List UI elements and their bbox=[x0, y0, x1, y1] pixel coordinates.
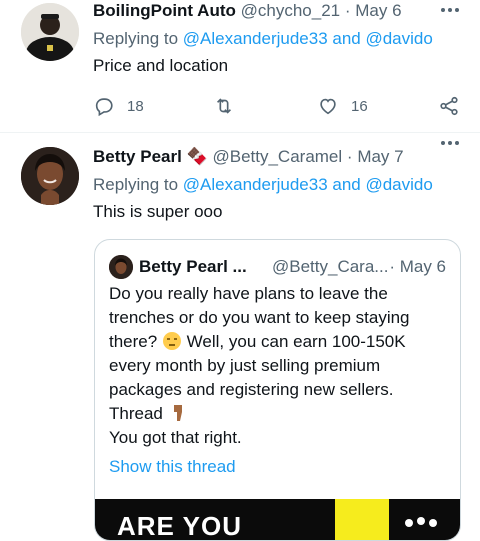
reply-button[interactable]: 18 bbox=[93, 94, 144, 118]
unamused-face-icon bbox=[162, 332, 181, 350]
reply-count: 18 bbox=[127, 97, 144, 115]
quoted-line-2: Thread bbox=[109, 404, 163, 423]
share-button[interactable] bbox=[438, 94, 460, 118]
media-text: ARE YOU bbox=[117, 511, 242, 540]
share-icon bbox=[440, 96, 458, 116]
replying-to-links[interactable]: @Alexanderjude33 and @davido bbox=[183, 29, 433, 48]
like-button[interactable]: 16 bbox=[317, 94, 368, 118]
retweet-icon bbox=[216, 98, 232, 114]
like-icon bbox=[320, 98, 336, 115]
tweet-date[interactable]: May 6 bbox=[355, 1, 401, 20]
author-name[interactable]: BoilingPoint Auto bbox=[93, 1, 236, 20]
quoted-tweet[interactable]: Betty Pearl ... @Betty_Cara... · May 6 D… bbox=[94, 239, 461, 541]
separator: · bbox=[346, 147, 353, 166]
quoted-author-handle: @Betty_Cara... bbox=[272, 257, 389, 276]
replying-prefix: Replying to bbox=[93, 29, 179, 48]
media-logo-icon bbox=[405, 517, 437, 527]
avatar[interactable] bbox=[21, 147, 79, 205]
more-icon[interactable] bbox=[441, 5, 459, 15]
quoted-media[interactable]: ARE YOU bbox=[95, 499, 460, 540]
tweet-header: BoilingPoint Auto @chycho_21 · May 6 bbox=[93, 1, 480, 25]
tweet-text: This is super ooo bbox=[93, 202, 223, 221]
name-emoji: 🍫 bbox=[186, 147, 208, 166]
separator: · bbox=[344, 1, 351, 20]
replying-to: Replying to @Alexanderjude33 and @davido bbox=[93, 175, 433, 195]
retweet-button[interactable] bbox=[213, 94, 235, 118]
pointing-down-icon bbox=[173, 405, 182, 421]
quoted-tweet-header: Betty Pearl ... @Betty_Cara... · May 6 bbox=[109, 254, 446, 279]
replying-to: Replying to @Alexanderjude33 and @davido bbox=[93, 29, 433, 49]
tweet-actions: 18 16 bbox=[93, 94, 460, 118]
avatar[interactable] bbox=[21, 3, 79, 61]
tweet-header: Betty Pearl 🍫 @Betty_Caramel · May 7 bbox=[93, 147, 480, 171]
tweet-text: Price and location bbox=[93, 56, 229, 75]
replying-to-links[interactable]: @Alexanderjude33 and @davido bbox=[183, 175, 433, 194]
tweet[interactable]: Betty Pearl 🍫 @Betty_Caramel · May 7 Rep… bbox=[0, 133, 480, 541]
quoted-line-3: You got that right. bbox=[109, 428, 242, 447]
quoted-tweet-text: Do you really have plans to leave the tr… bbox=[109, 282, 444, 450]
reply-icon bbox=[95, 98, 113, 117]
replying-prefix: Replying to bbox=[93, 175, 179, 194]
author-handle[interactable]: @chycho_21 bbox=[241, 1, 341, 20]
author-handle[interactable]: @Betty_Caramel bbox=[212, 147, 342, 166]
tweet-date[interactable]: May 7 bbox=[357, 147, 403, 166]
like-count: 16 bbox=[351, 97, 368, 115]
more-icon[interactable] bbox=[441, 138, 459, 148]
quoted-author-name: Betty Pearl ... bbox=[139, 257, 247, 276]
show-thread-link[interactable]: Show this thread bbox=[109, 457, 236, 477]
media-yellow-block bbox=[335, 499, 389, 540]
tweet[interactable]: BoilingPoint Auto @chycho_21 · May 6 Rep… bbox=[0, 0, 480, 133]
quoted-date: · May 6 bbox=[389, 257, 446, 276]
author-name[interactable]: Betty Pearl bbox=[93, 147, 182, 166]
quoted-avatar bbox=[109, 255, 133, 279]
